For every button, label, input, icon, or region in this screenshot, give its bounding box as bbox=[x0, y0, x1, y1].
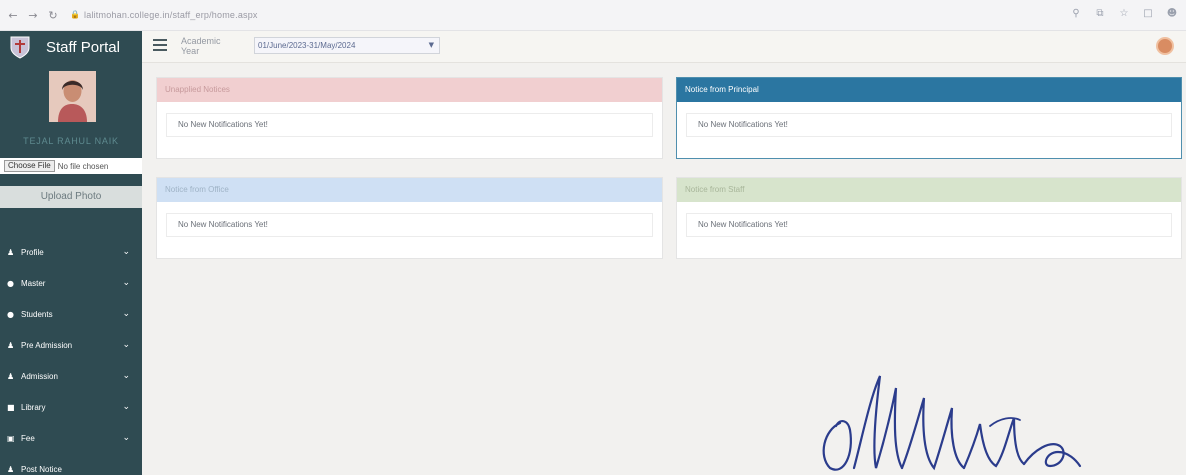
file-status-text: No file chosen bbox=[57, 161, 109, 171]
sidebar-item-label: Post Notice bbox=[21, 465, 62, 474]
academic-year-select[interactable]: 01/June/2023-31/May/2024 ▼ bbox=[254, 37, 440, 54]
forward-icon[interactable]: → bbox=[26, 8, 40, 22]
office-notice-panel: Notice from Office No New Notifications … bbox=[156, 177, 663, 259]
sidebar-item-fee[interactable]: ▣ Fee ⌄ bbox=[0, 423, 142, 454]
sidebar-title: Staff Portal bbox=[46, 39, 120, 56]
sidebar-item-label: Library bbox=[21, 403, 46, 412]
address-bar[interactable]: 🔒 lalitmohan.college.in/staff_erp/home.a… bbox=[70, 5, 1070, 25]
sidebar-item-library[interactable]: ■ Library ⌄ bbox=[0, 392, 142, 423]
top-header: Academic Year 01/June/2023-31/May/2024 ▼ bbox=[142, 31, 1186, 63]
staff-notice-panel: Notice from Staff No New Notifications Y… bbox=[676, 177, 1182, 259]
sidebar-item-admission[interactable]: ♟ Admission ⌄ bbox=[0, 361, 142, 392]
college-logo-icon bbox=[10, 36, 30, 59]
chevron-down-icon: ⌄ bbox=[122, 402, 130, 412]
unapplied-notices-panel: Unapplied Notices No New Notifications Y… bbox=[156, 77, 663, 159]
share-icon[interactable]: ⧉ bbox=[1094, 8, 1106, 22]
key-icon[interactable]: ⚲ bbox=[1070, 8, 1082, 22]
chevron-down-icon: ⌄ bbox=[122, 309, 130, 319]
chevron-down-icon: ⌄ bbox=[122, 433, 130, 443]
sidebar-item-students[interactable]: ● Students ⌄ bbox=[0, 299, 142, 330]
lock-icon: 🔒 bbox=[70, 10, 80, 19]
sidebar-item-label: Master bbox=[21, 279, 46, 288]
users-icon: ♟ bbox=[7, 465, 15, 474]
chevron-down-icon: ⌄ bbox=[122, 247, 130, 257]
browser-toolbar: ← → ↻ 🔒 lalitmohan.college.in/staff_erp/… bbox=[0, 0, 1186, 31]
browser-actions: ⚲ ⧉ ☆ □ ☻ bbox=[1070, 8, 1178, 22]
upload-photo-button[interactable]: Upload Photo bbox=[0, 186, 142, 208]
panel-message: No New Notifications Yet! bbox=[166, 113, 653, 137]
chevron-down-icon: ⌄ bbox=[122, 340, 130, 350]
dot-icon: ● bbox=[7, 310, 14, 319]
photo-file-input[interactable]: Choose File No file chosen bbox=[0, 158, 142, 174]
sidebar-item-post-notice[interactable]: ♟ Post Notice bbox=[0, 454, 142, 475]
chevron-down-icon: ▼ bbox=[428, 41, 434, 49]
sidebar-menu: ♟ Profile ⌄ ● Master ⌄ ● Students ⌄ ♟ Pr… bbox=[0, 237, 142, 475]
academic-year-label: Academic Year bbox=[181, 36, 221, 56]
fee-icon: ▣ bbox=[7, 434, 15, 443]
chevron-down-icon: ⌄ bbox=[122, 371, 130, 381]
book-icon: ■ bbox=[7, 403, 15, 412]
users-icon: ♟ bbox=[7, 341, 15, 350]
sidebar-item-pre-admission[interactable]: ♟ Pre Admission ⌄ bbox=[0, 330, 142, 361]
academic-year-value: 01/June/2023-31/May/2024 bbox=[258, 41, 356, 50]
panel-message: No New Notifications Yet! bbox=[686, 113, 1172, 137]
sidebar-item-label: Fee bbox=[21, 434, 35, 443]
sidebar-item-label: Profile bbox=[21, 248, 44, 257]
reload-icon[interactable]: ↻ bbox=[46, 8, 60, 22]
url-text: lalitmohan.college.in/staff_erp/home.asp… bbox=[84, 10, 258, 20]
panel-title: Unapplied Notices bbox=[157, 78, 662, 102]
choose-file-button[interactable]: Choose File bbox=[4, 160, 55, 172]
account-icon[interactable]: ☻ bbox=[1166, 8, 1178, 22]
panel-message: No New Notifications Yet! bbox=[686, 213, 1172, 237]
sidebar-item-label: Pre Admission bbox=[21, 341, 73, 350]
sidebar-item-master[interactable]: ● Master ⌄ bbox=[0, 268, 142, 299]
panel-title: Notice from Staff bbox=[677, 178, 1181, 202]
user-avatar[interactable] bbox=[1156, 37, 1174, 55]
sidebar: Staff Portal TEJAL RAHUL NAIK Choose Fil… bbox=[0, 31, 142, 475]
users-icon: ♟ bbox=[7, 372, 15, 381]
principal-notice-panel: Notice from Principal No New Notificatio… bbox=[676, 77, 1182, 159]
panel-message: No New Notifications Yet! bbox=[166, 213, 653, 237]
profile-name: TEJAL RAHUL NAIK bbox=[23, 136, 119, 146]
panel-title: Notice from Office bbox=[157, 178, 662, 202]
chevron-down-icon: ⌄ bbox=[122, 278, 130, 288]
back-icon[interactable]: ← bbox=[6, 8, 20, 22]
brand[interactable]: Staff Portal bbox=[0, 31, 142, 63]
menu-toggle-icon[interactable] bbox=[153, 39, 167, 53]
star-icon[interactable]: ☆ bbox=[1118, 8, 1130, 22]
sidebar-item-label: Admission bbox=[21, 372, 58, 381]
tab-icon[interactable]: □ bbox=[1142, 8, 1154, 22]
panel-title: Notice from Principal bbox=[677, 78, 1181, 102]
profile-card: TEJAL RAHUL NAIK bbox=[0, 63, 142, 157]
dot-icon: ● bbox=[7, 279, 14, 288]
handwritten-signature bbox=[822, 375, 1082, 471]
users-icon: ♟ bbox=[7, 248, 15, 257]
sidebar-item-label: Students bbox=[21, 310, 53, 319]
sidebar-item-profile[interactable]: ♟ Profile ⌄ bbox=[0, 237, 142, 268]
profile-photo bbox=[49, 71, 96, 122]
